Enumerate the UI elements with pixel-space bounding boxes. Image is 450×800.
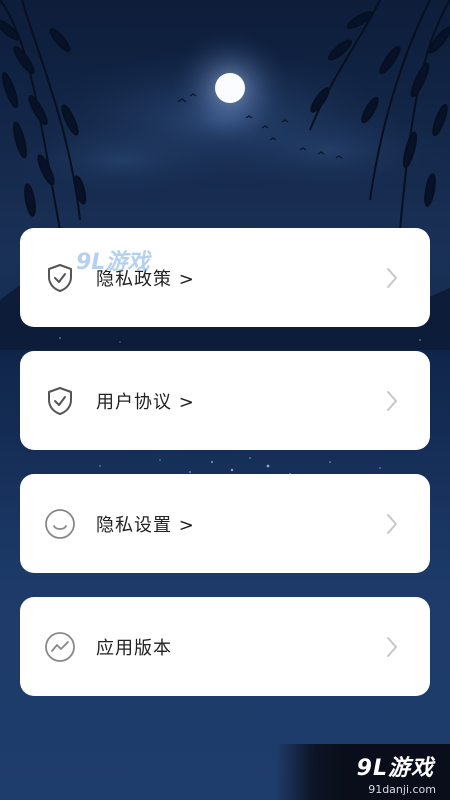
- chevron-right-icon: [384, 512, 400, 536]
- privacy-settings-item[interactable]: 隐私设置 >: [20, 474, 430, 573]
- watermark-domain: 91danji.com: [368, 783, 436, 796]
- settings-menu: 隐私政策 > 用户协议 > 隐私设置 > 应用版本: [20, 228, 430, 720]
- site-watermark: 9L游戏 91danji.com: [275, 744, 450, 800]
- willow-right: [309, 0, 450, 231]
- shield-check-icon: [44, 385, 76, 417]
- privacy-policy-item[interactable]: 隐私政策 >: [20, 228, 430, 327]
- privacy-policy-label: 隐私政策 >: [96, 268, 195, 290]
- app-version-item[interactable]: 应用版本: [20, 597, 430, 696]
- app-version-label: 应用版本: [96, 637, 172, 659]
- activity-wave-icon: [44, 631, 76, 663]
- chevron-right-icon: [384, 635, 400, 659]
- birds: [177, 93, 343, 159]
- user-agreement-label: 用户协议 >: [96, 391, 195, 413]
- watermark-brand: 9L游戏: [356, 756, 434, 781]
- privacy-settings-label: 隐私设置 >: [96, 514, 195, 536]
- chevron-right-icon: [384, 389, 400, 413]
- shield-check-icon: [44, 262, 76, 294]
- smile-face-icon: [44, 508, 76, 540]
- chevron-right-icon: [384, 266, 400, 290]
- app-screen: 隐私政策 > 用户协议 > 隐私设置 > 应用版本 9L游戏 9L游戏 91da…: [0, 0, 450, 800]
- moon: [170, 28, 290, 148]
- willow-left: [0, 0, 87, 231]
- user-agreement-item[interactable]: 用户协议 >: [20, 351, 430, 450]
